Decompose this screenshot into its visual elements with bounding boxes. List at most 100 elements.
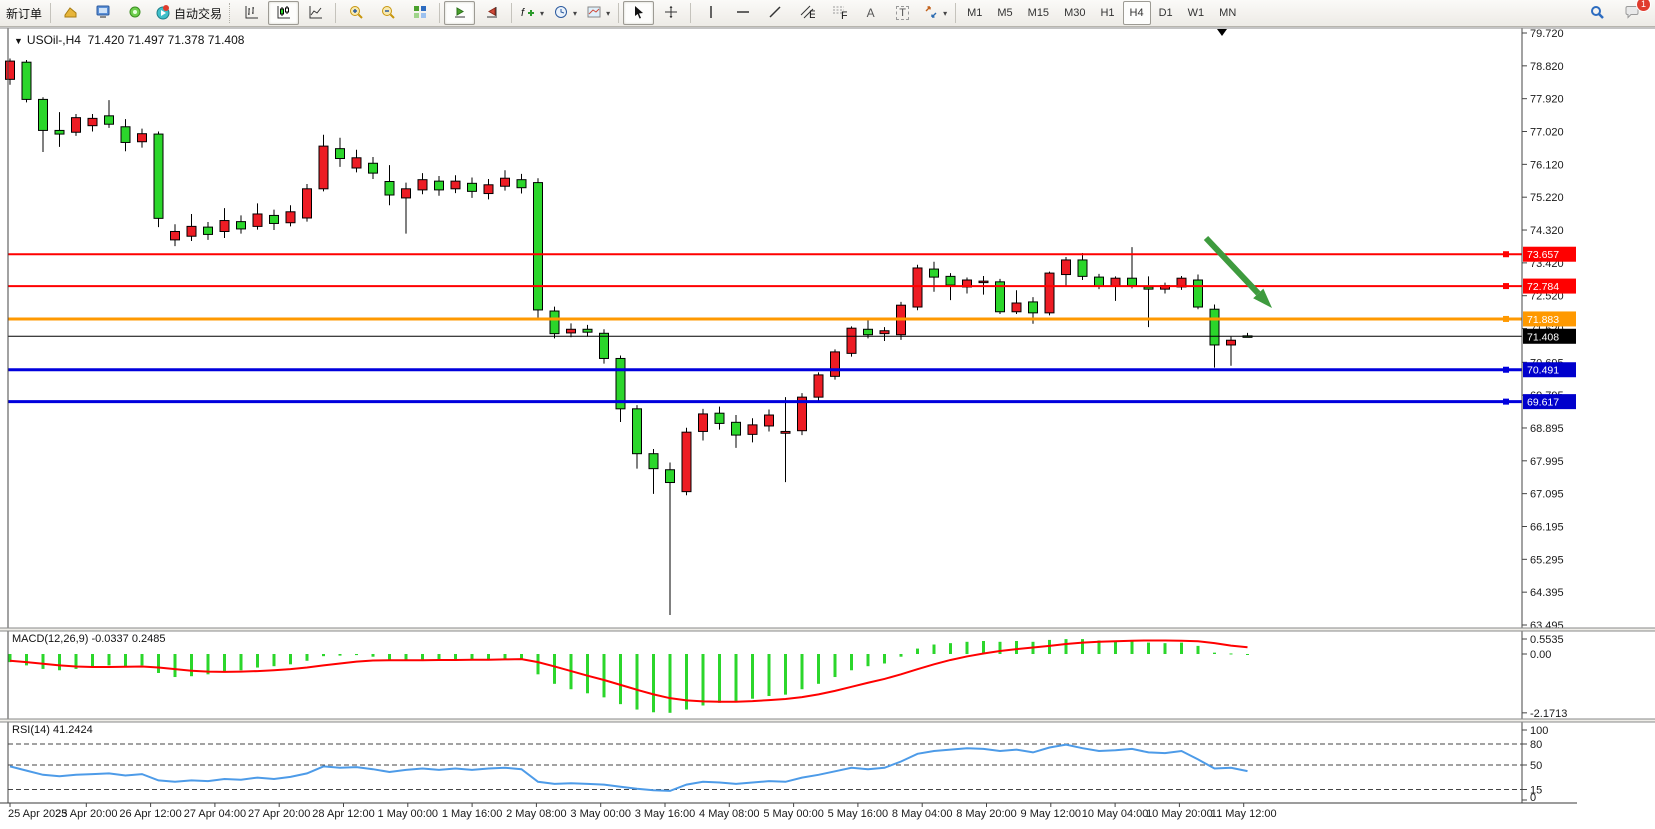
- candle: [1111, 278, 1120, 286]
- timeframe-h1[interactable]: H1: [1093, 1, 1121, 25]
- chart-shift-button[interactable]: [476, 1, 507, 25]
- timeframe-h4[interactable]: H4: [1123, 1, 1151, 25]
- hline-handle[interactable]: [1503, 399, 1509, 405]
- fibonacci-button[interactable]: F: [823, 1, 854, 25]
- price-tick: 66.195: [1530, 521, 1564, 533]
- timeframe-w1[interactable]: W1: [1181, 1, 1212, 25]
- indicators-icon: f: [520, 4, 536, 23]
- line-chart-button[interactable]: [300, 1, 331, 25]
- candle: [286, 212, 295, 223]
- cursor-icon: [631, 4, 647, 23]
- templates-button[interactable]: ▾: [582, 1, 614, 25]
- auto-scroll-icon: [452, 4, 468, 23]
- rsi-tick: 80: [1530, 739, 1542, 751]
- cursor-button[interactable]: [623, 1, 654, 25]
- timeframe-m1[interactable]: M1: [960, 1, 989, 25]
- chart-canvas[interactable]: 79.72078.82077.92077.02076.12075.22074.3…: [0, 0, 1655, 829]
- hline-handle[interactable]: [1503, 251, 1509, 257]
- vertical-line-button[interactable]: [695, 1, 726, 25]
- periods-button[interactable]: ▾: [549, 1, 581, 25]
- clock-icon: [553, 4, 569, 23]
- hline-handle[interactable]: [1503, 283, 1509, 289]
- horizontal-line-button[interactable]: [727, 1, 758, 25]
- monitor-icon: [95, 4, 111, 23]
- time-label: 10 May 04:00: [1082, 808, 1149, 820]
- timeframe-m30[interactable]: M30: [1057, 1, 1092, 25]
- separator: [690, 3, 691, 23]
- timeframe-m5[interactable]: M5: [990, 1, 1019, 25]
- candle: [369, 163, 378, 173]
- new-order-button[interactable]: 新订单: [2, 1, 46, 25]
- candle: [781, 431, 790, 433]
- time-label: 1 May 00:00: [378, 808, 439, 820]
- candle: [435, 181, 444, 190]
- price-tick: 76.120: [1530, 159, 1564, 171]
- hline-handle[interactable]: [1503, 316, 1509, 322]
- time-label: 1 May 16:00: [442, 808, 503, 820]
- toolbar: 新订单 自动交易: [0, 0, 1655, 27]
- auto-trading-button[interactable]: 自动交易: [151, 1, 226, 25]
- auto-scroll-button[interactable]: [444, 1, 475, 25]
- candle: [732, 422, 741, 435]
- signal-icon: [127, 4, 143, 23]
- chevron-down-icon: ▾: [540, 9, 544, 18]
- templates-icon: [586, 4, 602, 23]
- hline-handle[interactable]: [1503, 367, 1509, 373]
- candle: [946, 276, 955, 285]
- timeframe-mn[interactable]: MN: [1212, 1, 1243, 25]
- svg-text:69.617: 69.617: [1527, 397, 1559, 409]
- timeframe-m15[interactable]: M15: [1021, 1, 1056, 25]
- time-label: 28 Apr 12:00: [312, 808, 374, 820]
- arrows-tool-button[interactable]: ▾: [919, 1, 951, 25]
- trendline-button[interactable]: [759, 1, 790, 25]
- vertical-line-icon: [703, 4, 719, 23]
- time-label: 25 Apr 20:00: [55, 808, 117, 820]
- time-label: 3 May 16:00: [635, 808, 696, 820]
- zoom-out-button[interactable]: [372, 1, 403, 25]
- crosshair-button[interactable]: [655, 1, 686, 25]
- time-label: 2 May 08:00: [506, 808, 567, 820]
- market-watch-button[interactable]: [87, 1, 118, 25]
- tile-windows-button[interactable]: [404, 1, 435, 25]
- price-tick: 67.095: [1530, 489, 1564, 501]
- candle: [1227, 340, 1236, 345]
- candlestick-chart-button[interactable]: [268, 1, 299, 25]
- text-label-tool-button[interactable]: T: [887, 1, 918, 25]
- rsi-tick: 50: [1530, 760, 1542, 772]
- tile-windows-icon: [412, 4, 428, 23]
- candle: [138, 134, 147, 142]
- time-label: 5 May 00:00: [763, 808, 824, 820]
- notifications-button[interactable]: 1: [1616, 1, 1647, 25]
- time-label: 11 May 12:00: [1211, 808, 1277, 820]
- time-label: 3 May 00:00: [570, 808, 631, 820]
- candle: [402, 189, 411, 198]
- svg-text:71.408: 71.408: [1527, 331, 1559, 343]
- time-label: 9 May 12:00: [1021, 808, 1082, 820]
- candle: [6, 61, 15, 79]
- collapse-triangle-icon[interactable]: ▼: [14, 36, 23, 46]
- candle: [352, 158, 361, 168]
- channel-letter: E: [809, 9, 815, 20]
- candle: [765, 415, 774, 426]
- signal-button[interactable]: [119, 1, 150, 25]
- candle: [1078, 260, 1087, 276]
- text-tool-button[interactable]: A: [855, 1, 886, 25]
- candle: [1029, 302, 1038, 313]
- zoom-in-button[interactable]: [340, 1, 371, 25]
- equidistant-channel-button[interactable]: E: [791, 1, 822, 25]
- profit-chart-button[interactable]: [55, 1, 86, 25]
- candle: [1210, 309, 1219, 345]
- candle: [880, 331, 889, 334]
- candle: [583, 329, 592, 332]
- candle: [501, 178, 510, 186]
- candle: [22, 62, 31, 99]
- timeframe-d1[interactable]: D1: [1152, 1, 1180, 25]
- chevron-down-icon: ▾: [943, 9, 947, 18]
- price-tick: 77.020: [1530, 127, 1564, 139]
- indicators-button[interactable]: f ▾: [516, 1, 548, 25]
- candle: [550, 311, 559, 334]
- bar-chart-button[interactable]: [236, 1, 267, 25]
- bar-chart-icon: [244, 4, 260, 23]
- candle: [303, 189, 312, 218]
- search-button[interactable]: [1581, 1, 1612, 25]
